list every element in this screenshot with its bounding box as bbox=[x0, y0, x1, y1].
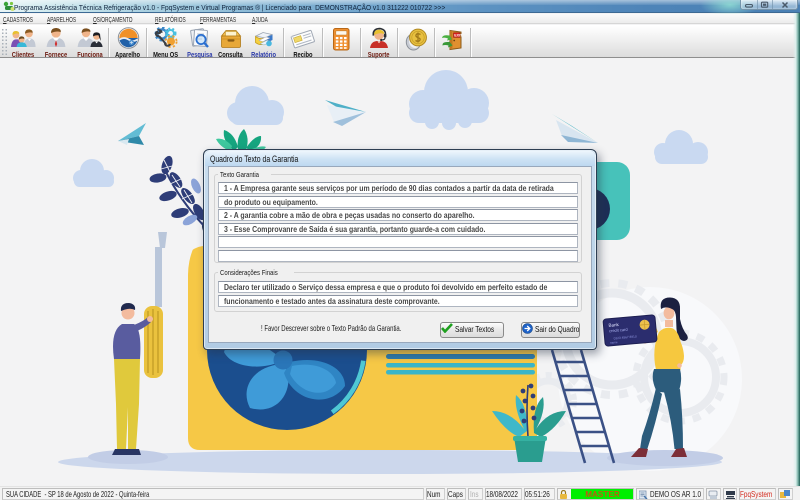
svg-text:EXIT: EXIT bbox=[454, 34, 463, 38]
svg-text:name: name bbox=[610, 340, 618, 345]
